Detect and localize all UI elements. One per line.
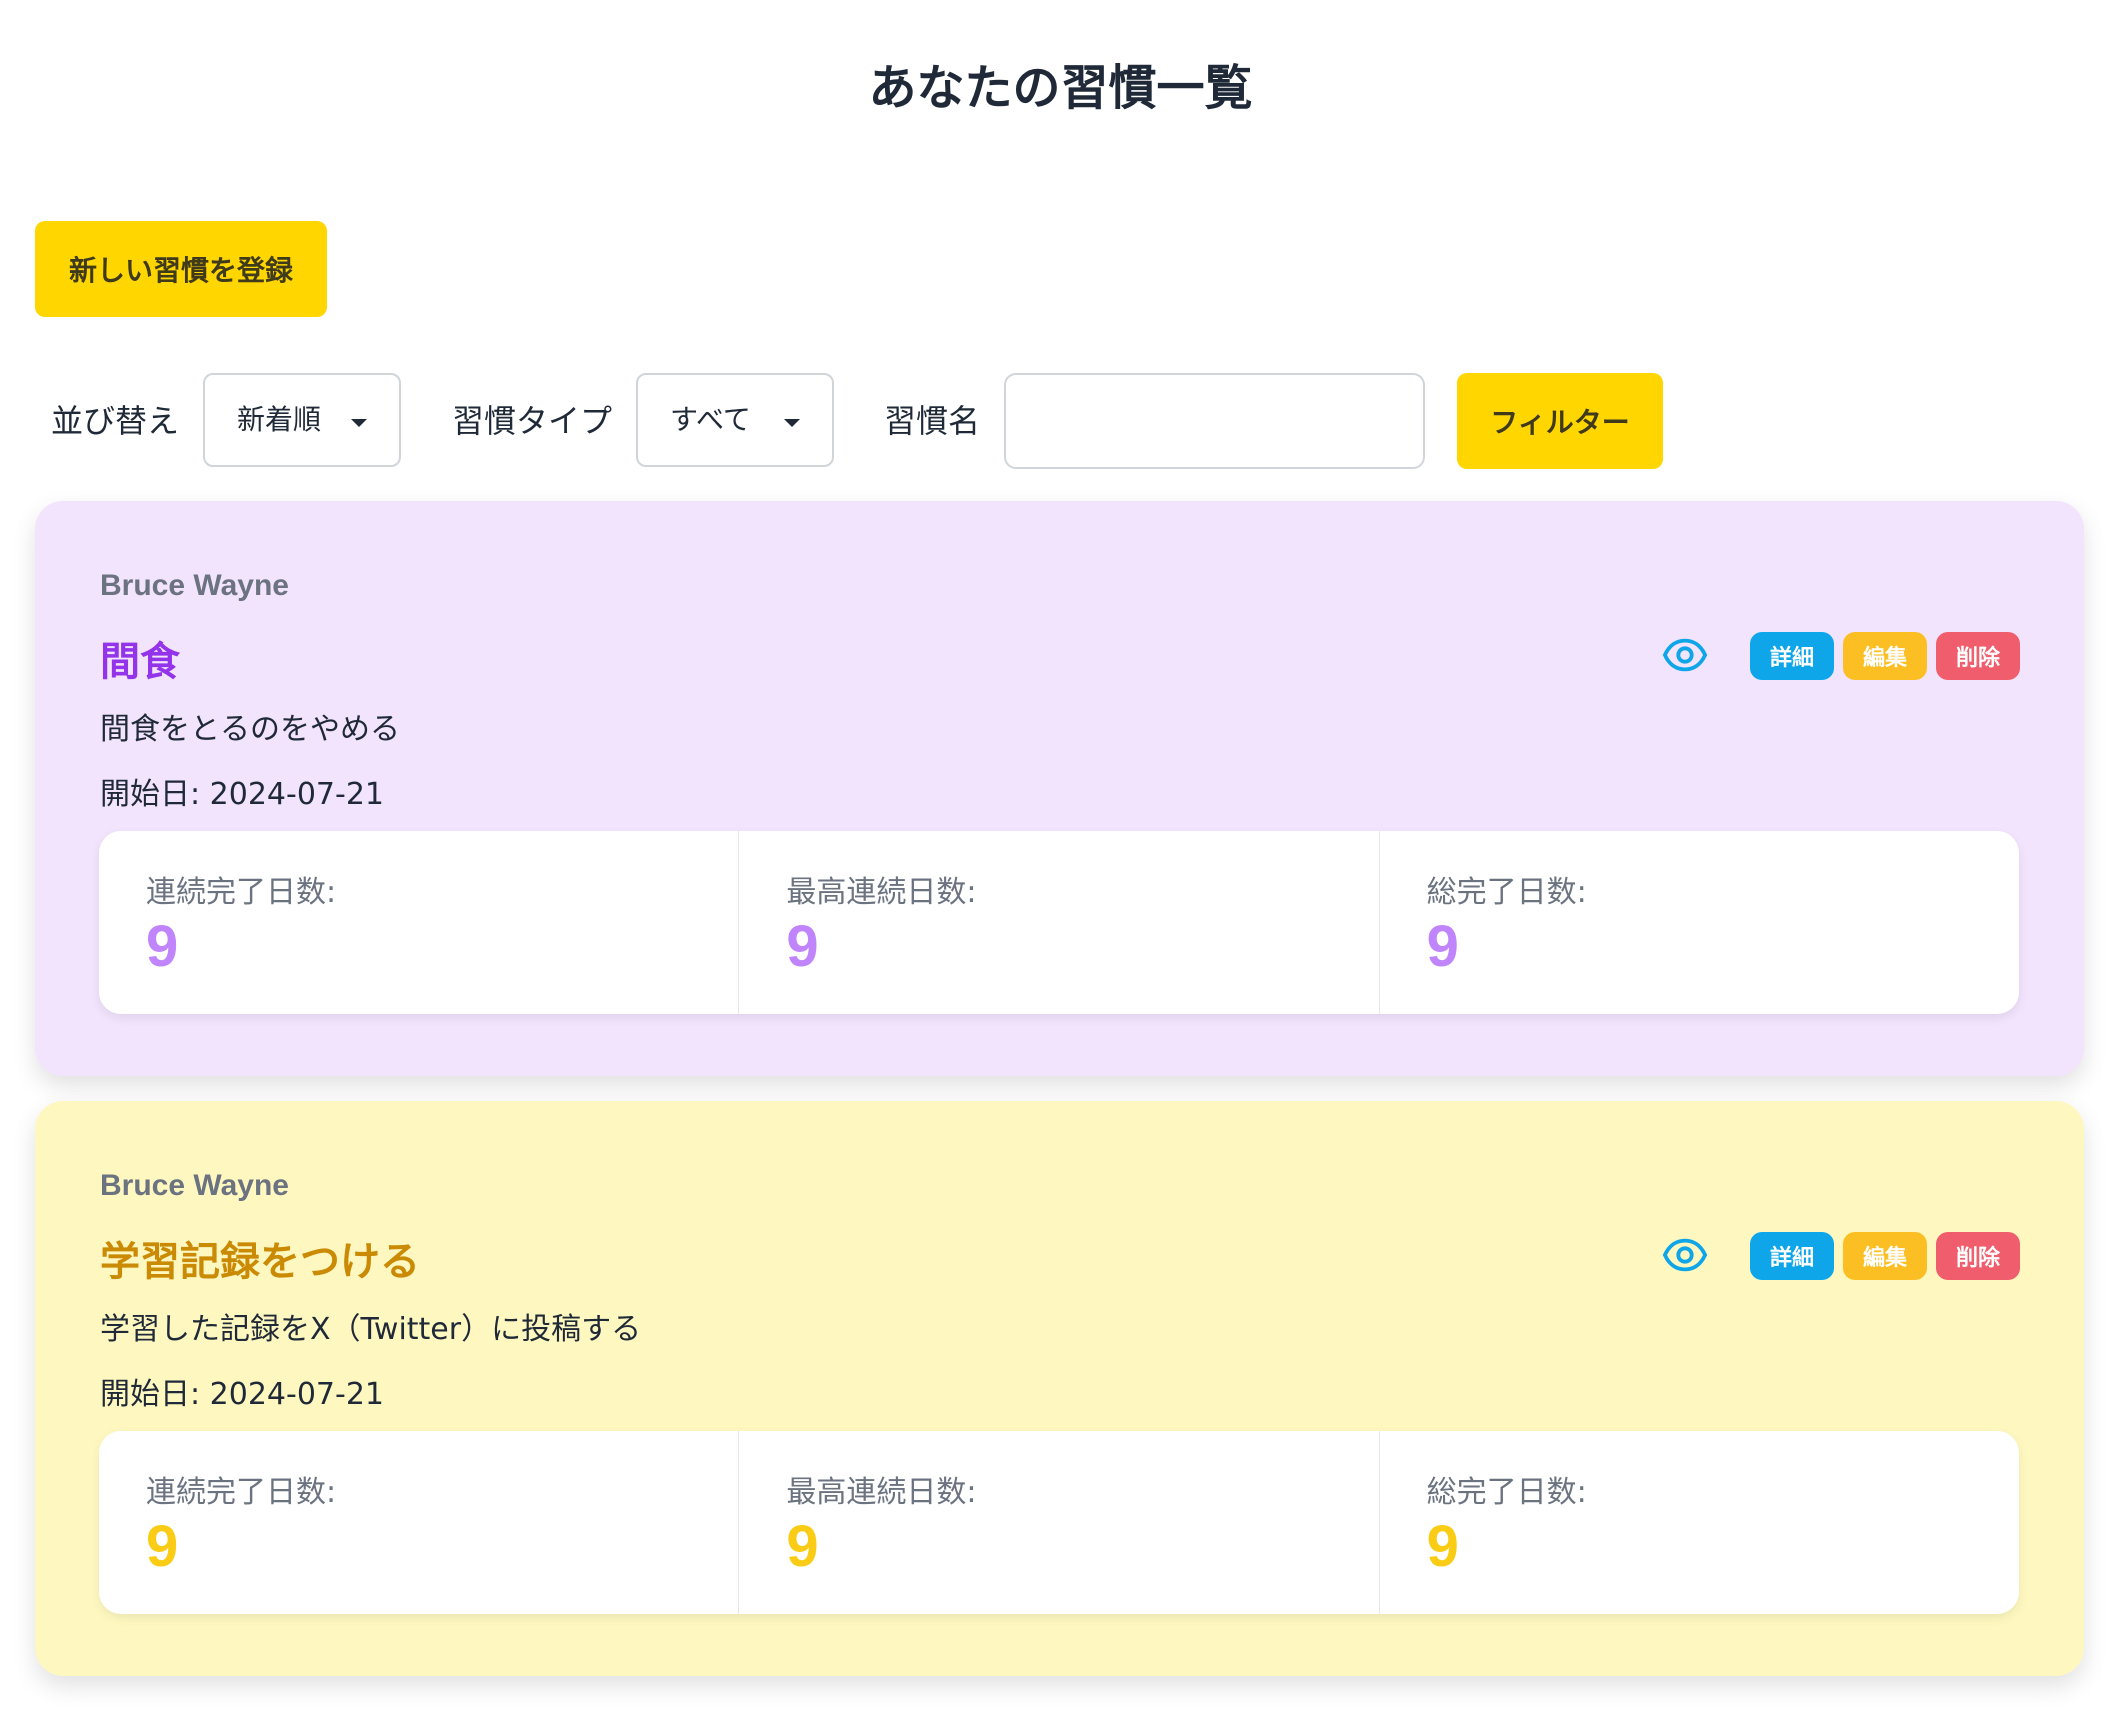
habit-title: 間食 xyxy=(100,639,180,685)
stat-streak-label: 連続完了日数: xyxy=(146,1475,337,1510)
eye-icon[interactable] xyxy=(1662,632,1708,678)
habit-name-input[interactable] xyxy=(1004,373,1425,469)
habit-card: Bruce Wayne 学習記録をつける 学習した記録をX（Twitter）に投… xyxy=(35,1101,2084,1676)
stat-best-streak: 最高連続日数: 9 xyxy=(739,1431,1380,1614)
detail-button[interactable]: 詳細 xyxy=(1750,632,1834,680)
stat-streak-value: 9 xyxy=(146,1514,179,1579)
type-select[interactable]: すべて xyxy=(636,373,834,467)
name-label: 習慣名 xyxy=(884,402,981,440)
detail-button[interactable]: 詳細 xyxy=(1750,1232,1834,1280)
delete-button[interactable]: 削除 xyxy=(1936,1232,2020,1280)
start-date-value: 2024-07-21 xyxy=(209,1377,385,1412)
stat-total-days-value: 9 xyxy=(1426,914,1459,979)
caret-down-icon xyxy=(351,419,367,427)
stat-total-days: 総完了日数: 9 xyxy=(1380,831,2019,1014)
habit-title: 学習記録をつける xyxy=(100,1239,420,1285)
page: あなたの習慣一覧 新しい習慣を登録 並び替え 新着順 習慣タイプ すべて 習慣名… xyxy=(0,0,2121,1735)
habit-start-date: 開始日: 2024-07-21 xyxy=(100,769,384,813)
stat-best-streak-value: 9 xyxy=(786,914,819,979)
stat-streak: 連続完了日数: 9 xyxy=(99,831,740,1014)
habit-stats: 連続完了日数: 9 最高連続日数: 9 総完了日数: 9 xyxy=(99,1431,2019,1614)
stat-best-streak-value: 9 xyxy=(786,1514,819,1579)
habit-start-date: 開始日: 2024-07-21 xyxy=(100,1369,384,1413)
start-date-label: 開始日: xyxy=(100,777,201,812)
edit-button[interactable]: 編集 xyxy=(1843,632,1927,680)
habit-user: Bruce Wayne xyxy=(100,1169,289,1202)
habit-card: Bruce Wayne 間食 間食をとるのをやめる 開始日: 2024-07-2… xyxy=(35,501,2084,1076)
habit-description: 学習した記録をX（Twitter）に投稿する xyxy=(100,1312,642,1347)
type-label: 習慣タイプ xyxy=(452,402,613,440)
start-date-label: 開始日: xyxy=(100,1377,201,1412)
sort-select-value: 新着順 xyxy=(237,403,322,436)
start-date-value: 2024-07-21 xyxy=(209,777,385,812)
habit-stats: 連続完了日数: 9 最高連続日数: 9 総完了日数: 9 xyxy=(99,831,2019,1014)
eye-icon[interactable] xyxy=(1662,1232,1708,1278)
stat-best-streak-label: 最高連続日数: xyxy=(786,875,977,910)
caret-down-icon xyxy=(784,419,800,427)
habit-description: 間食をとるのをやめる xyxy=(100,712,400,747)
sort-select[interactable]: 新着順 xyxy=(203,373,401,467)
stat-best-streak-label: 最高連続日数: xyxy=(786,1475,977,1510)
delete-button[interactable]: 削除 xyxy=(1936,632,2020,680)
stat-total-days-label: 総完了日数: xyxy=(1426,875,1587,910)
habit-user: Bruce Wayne xyxy=(100,569,289,602)
new-habit-button[interactable]: 新しい習慣を登録 xyxy=(35,221,327,317)
page-title: あなたの習慣一覧 xyxy=(868,60,1253,116)
filter-button[interactable]: フィルター xyxy=(1457,373,1663,469)
stat-total-days: 総完了日数: 9 xyxy=(1380,1431,2019,1614)
filter-bar: 並び替え 新着順 習慣タイプ すべて 習慣名 フィルター xyxy=(0,373,2121,469)
edit-button[interactable]: 編集 xyxy=(1843,1232,1927,1280)
type-select-value: すべて xyxy=(670,403,751,436)
stat-best-streak: 最高連続日数: 9 xyxy=(739,831,1380,1014)
stat-streak: 連続完了日数: 9 xyxy=(99,1431,740,1614)
stat-streak-label: 連続完了日数: xyxy=(146,875,337,910)
stat-streak-value: 9 xyxy=(146,914,179,979)
sort-label: 並び替え xyxy=(51,402,180,440)
stat-total-days-label: 総完了日数: xyxy=(1426,1475,1587,1510)
stat-total-days-value: 9 xyxy=(1426,1514,1459,1579)
